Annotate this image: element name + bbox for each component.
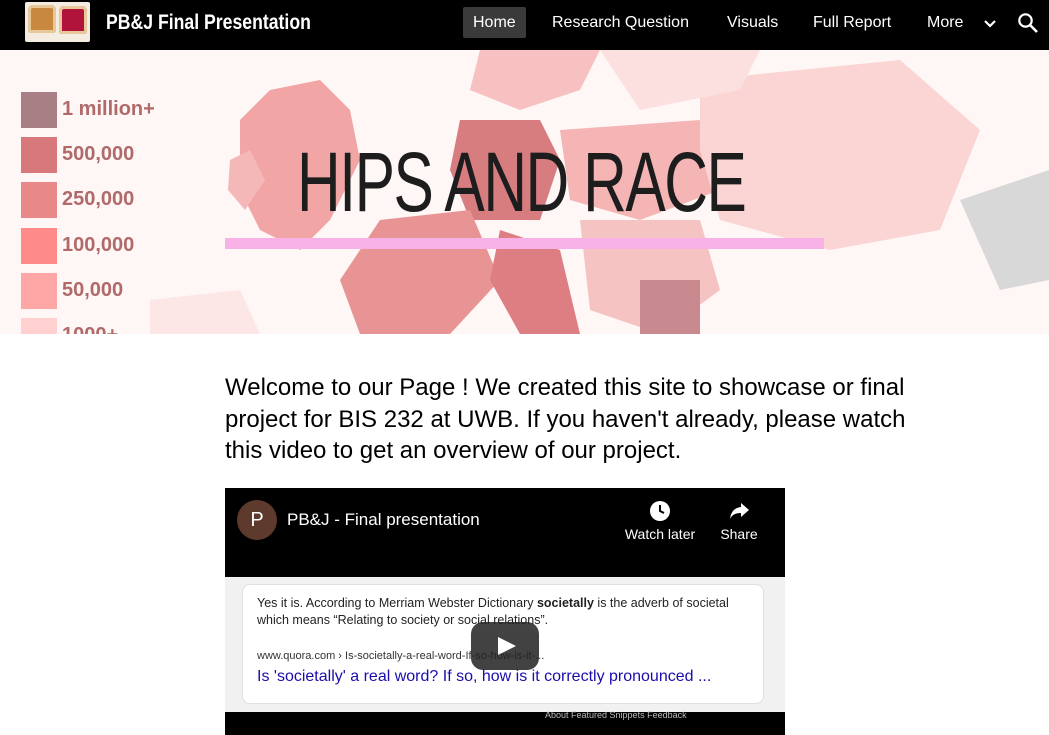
page-title: HIPS AND RACE: [297, 135, 747, 229]
legend-label: 50,000: [62, 279, 124, 301]
legend-label: 1000+: [62, 324, 118, 334]
snippet-footer: About Featured Snippets Feedback: [545, 710, 687, 720]
legend-swatch: [21, 137, 57, 173]
jelly-bread-icon: [59, 6, 87, 34]
title-underline: [225, 238, 824, 249]
legend-label: 1 million+: [62, 98, 155, 120]
play-button[interactable]: [471, 622, 539, 670]
share-label: Share: [720, 526, 758, 542]
peanut-butter-bread-icon: [28, 5, 56, 33]
snippet-link: Is 'societally' a real word? If so, how …: [257, 668, 712, 685]
share-arrow-icon: [730, 503, 749, 519]
welcome-text: Welcome to our Page ! We created this si…: [225, 374, 906, 464]
legend-swatch: [21, 318, 57, 334]
legend-item: 250,000: [21, 182, 201, 218]
legend-item: 1 million+: [21, 92, 201, 128]
watch-later-label: Watch later: [624, 526, 696, 542]
top-navigation-bar: PB&J Final Presentation Home Research Qu…: [0, 0, 1049, 50]
legend-item: 1000+: [21, 318, 201, 334]
nav-more[interactable]: More: [927, 7, 963, 38]
search-icon[interactable]: [1017, 12, 1039, 34]
legend-label: 100,000: [62, 234, 135, 256]
video-player[interactable]: P PB&J - Final presentation Watch later …: [225, 488, 785, 735]
legend-swatch: [21, 273, 57, 309]
watch-later-button[interactable]: Watch later: [620, 500, 700, 542]
legend-label: 500,000: [62, 143, 135, 165]
legend-swatch: [21, 228, 57, 264]
nav-home[interactable]: Home: [463, 7, 526, 38]
chevron-down-icon[interactable]: [983, 15, 997, 33]
nav-research-question[interactable]: Research Question: [552, 7, 689, 38]
video-title[interactable]: PB&J - Final presentation: [287, 510, 480, 530]
legend-item: 50,000: [21, 273, 201, 309]
legend-swatch: [21, 182, 57, 218]
legend-swatch: [21, 92, 57, 128]
legend-label: 250,000: [62, 188, 135, 210]
site-title[interactable]: PB&J Final Presentation: [106, 11, 311, 35]
site-logo[interactable]: [25, 2, 90, 42]
channel-avatar[interactable]: P: [237, 500, 277, 540]
nav-visuals[interactable]: Visuals: [727, 7, 778, 38]
legend-item: 500,000: [21, 137, 201, 173]
legend-item: 100,000: [21, 228, 201, 264]
nav-full-report[interactable]: Full Report: [813, 7, 891, 38]
clock-icon: [650, 501, 670, 521]
share-button[interactable]: Share: [699, 500, 779, 542]
header-banner: 1 million+ 500,000 250,000 100,000 50,00…: [0, 50, 1049, 334]
